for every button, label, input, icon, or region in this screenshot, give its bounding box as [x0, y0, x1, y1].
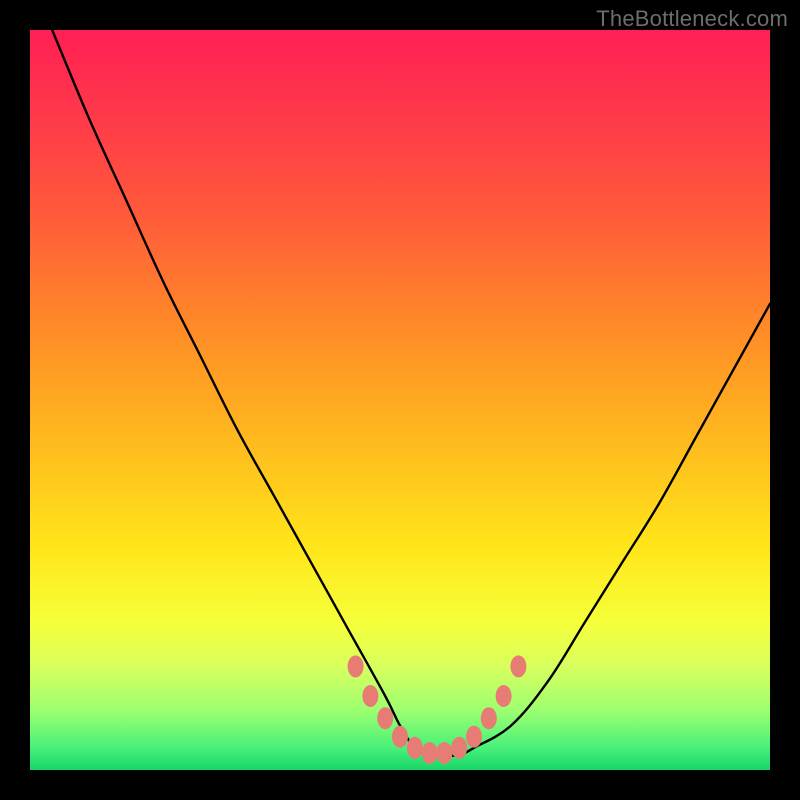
curve-marker: [362, 685, 378, 707]
curve-marker: [466, 726, 482, 748]
curve-marker: [436, 742, 452, 764]
curve-markers: [348, 655, 527, 764]
curve-marker: [510, 655, 526, 677]
curve-marker: [422, 742, 438, 764]
curve-marker: [392, 726, 408, 748]
chart-frame: TheBottleneck.com: [0, 0, 800, 800]
curve-marker: [496, 685, 512, 707]
curve-marker: [481, 707, 497, 729]
watermark-text: TheBottleneck.com: [596, 6, 788, 32]
curve-marker: [348, 655, 364, 677]
plot-area: [30, 30, 770, 770]
curve-marker: [407, 737, 423, 759]
curve-marker: [451, 737, 467, 759]
curve-marker: [377, 707, 393, 729]
bottleneck-curve: [30, 30, 770, 770]
curve-path: [52, 30, 770, 756]
